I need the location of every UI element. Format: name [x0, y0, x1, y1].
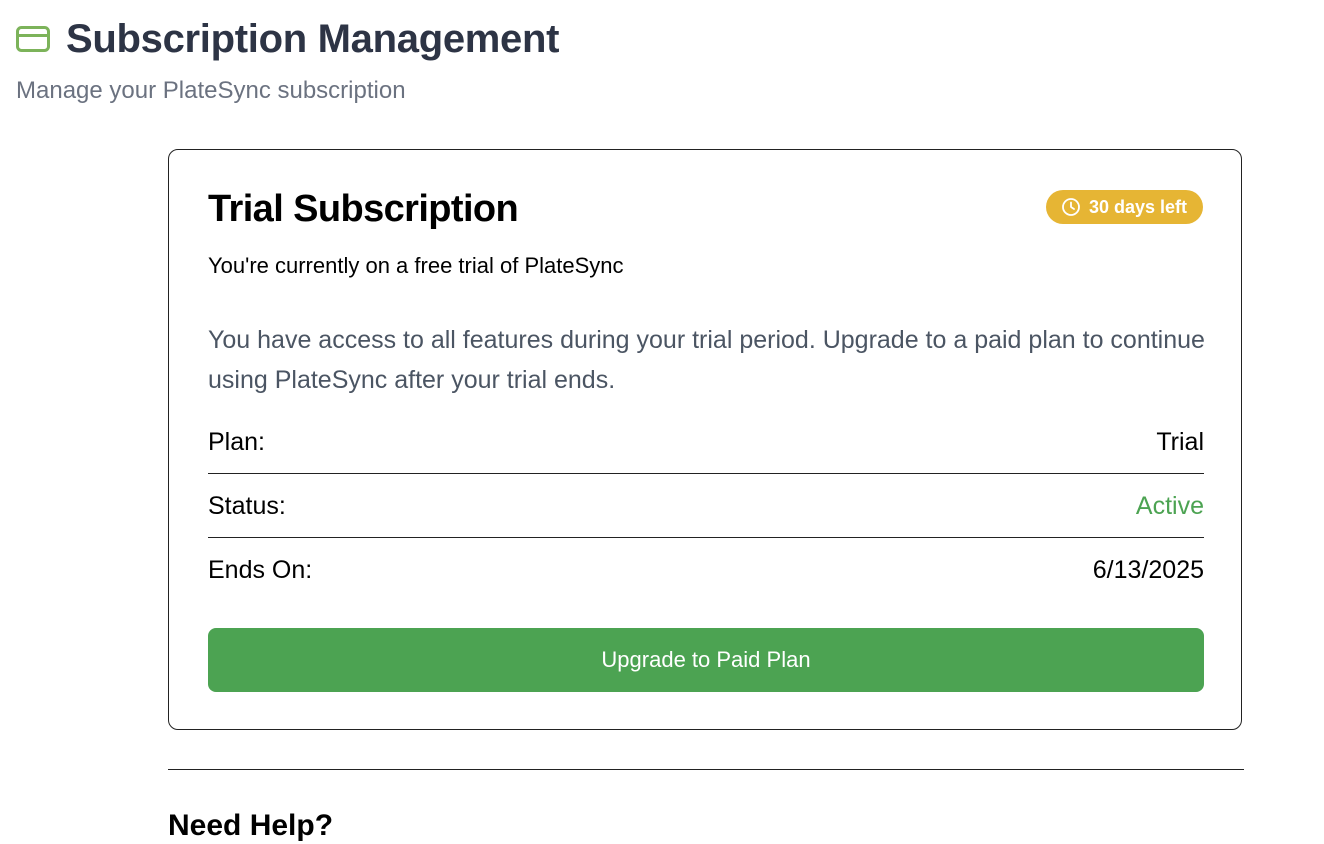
- status-value: Active: [1135, 491, 1204, 520]
- upgrade-button[interactable]: Upgrade to Paid Plan: [208, 628, 1204, 692]
- title-row: Subscription Management: [16, 14, 559, 64]
- clock-icon: [1061, 197, 1081, 217]
- credit-card-icon: [16, 24, 52, 54]
- ends-on-label: Ends On:: [208, 556, 313, 584]
- card-title: Trial Subscription: [208, 188, 519, 230]
- section-divider: [168, 769, 1244, 770]
- days-left-label: 30 days left: [1088, 196, 1187, 217]
- detail-row-plan: Plan: Trial: [208, 410, 1204, 474]
- ends-on-value: 6/13/2025: [1092, 556, 1204, 584]
- trial-info-text: You have access to all features during y…: [208, 326, 1205, 394]
- status-label: Status:: [208, 491, 286, 520]
- detail-row-ends-on: Ends On: 6/13/2025: [208, 538, 1204, 602]
- page-subtitle: Manage your PlateSync subscription: [16, 77, 406, 104]
- plan-label: Plan:: [208, 427, 265, 456]
- days-left-badge: 30 days left: [1045, 190, 1203, 224]
- help-heading: Need Help?: [168, 809, 334, 842]
- subscription-details: Plan: Trial Status: Active Ends On: 6/13…: [208, 410, 1204, 602]
- page-header: Subscription Management Manage your Plat…: [16, 14, 559, 106]
- page-title: Subscription Management: [66, 17, 560, 61]
- card-description: You're currently on a free trial of Plat…: [208, 253, 624, 278]
- plan-value: Trial: [1156, 427, 1204, 456]
- subscription-card: Trial Subscription 30 days left You're c…: [168, 149, 1242, 730]
- detail-row-status: Status: Active: [208, 474, 1204, 538]
